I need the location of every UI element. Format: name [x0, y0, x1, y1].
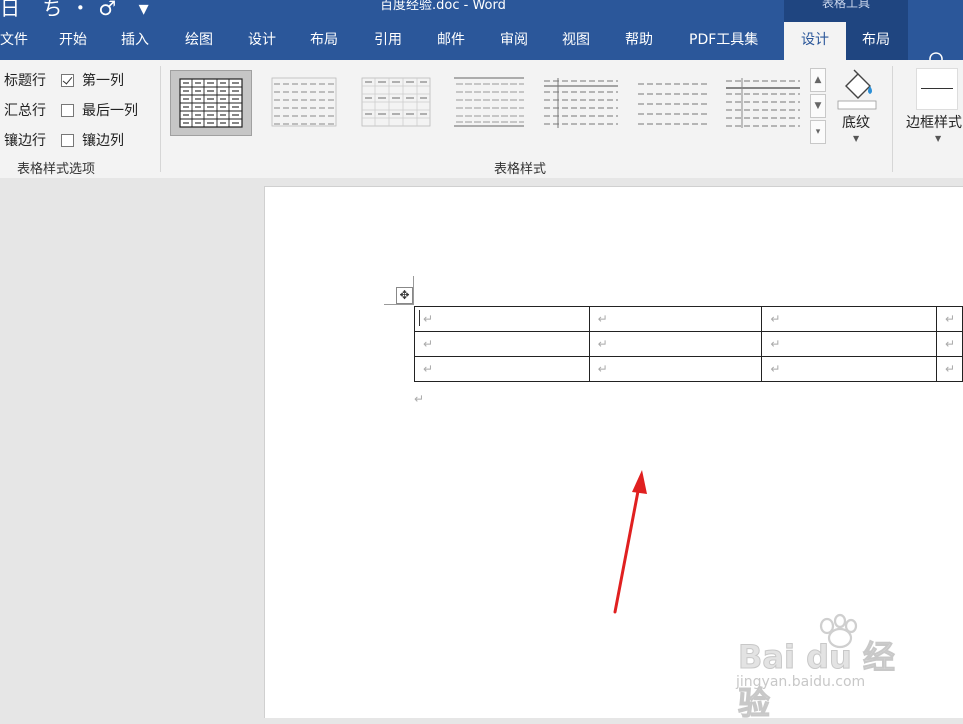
- table-style-grid[interactable]: [170, 70, 252, 136]
- total-row-option[interactable]: 汇总行: [4, 100, 46, 120]
- table-row: ↵ ↵ ↵ ↵: [414, 306, 963, 332]
- table-row: ↵ ↵ ↵ ↵: [414, 356, 963, 382]
- table-cell[interactable]: ↵: [588, 356, 763, 382]
- table-style-banded-rows[interactable]: [448, 70, 530, 136]
- tab-mailings[interactable]: 邮件: [435, 22, 467, 60]
- gallery-more-button[interactable]: ▾: [810, 120, 826, 144]
- margin-corner-mark: [384, 304, 414, 305]
- gallery-scroll-up-button[interactable]: ▲: [810, 68, 826, 92]
- border-style-preview[interactable]: [916, 68, 958, 110]
- table-cell[interactable]: ↵: [414, 356, 590, 382]
- table-cell[interactable]: ↵: [761, 331, 937, 357]
- baidu-watermark: Bai du 经验 jingyan.baidu.com: [730, 612, 910, 723]
- tab-table-layout[interactable]: 布局: [860, 22, 892, 60]
- tab-help[interactable]: 帮助: [623, 22, 655, 60]
- first-column-option[interactable]: 第一列: [61, 70, 124, 90]
- total-row-label: 汇总行: [4, 103, 46, 119]
- banded-columns-label: 镶边列: [82, 133, 124, 149]
- border-styles-dropdown-caret[interactable]: ▼: [935, 134, 941, 143]
- tab-design[interactable]: 设计: [246, 22, 278, 60]
- tab-view[interactable]: 视图: [560, 22, 592, 60]
- quick-access-toolbar[interactable]: 日 ち・♂ ▾: [0, 0, 157, 21]
- document-title: 百度经验.doc - Word: [380, 0, 506, 13]
- table-style-plain-light[interactable]: [264, 70, 346, 136]
- first-column-checkbox[interactable]: [61, 73, 74, 87]
- last-column-label: 最后一列: [82, 103, 138, 119]
- margin-corner-mark: [413, 276, 414, 305]
- table-cell[interactable]: ↵: [761, 306, 937, 332]
- paragraph-mark: ↵: [414, 392, 425, 406]
- table-style-light-grid[interactable]: [356, 70, 438, 136]
- table-row: ↵ ↵ ↵ ↵: [414, 331, 963, 357]
- ribbon-tab-bar: 文件 开始 插入 绘图 设计 布局 引用 邮件 审阅 视图 帮助 PDF工具集 …: [0, 22, 963, 71]
- banded-columns-option[interactable]: 镶边列: [61, 130, 124, 150]
- watermark-url: jingyan.baidu.com: [736, 674, 866, 690]
- first-column-label: 第一列: [82, 73, 124, 89]
- table-cell[interactable]: ↵: [935, 356, 963, 382]
- tab-pdf-tools[interactable]: PDF工具集: [687, 22, 760, 60]
- table-style-options-group-label: 表格样式选项: [17, 162, 96, 177]
- document-table[interactable]: ↵ ↵ ↵ ↵ ↵ ↵ ↵ ↵ ↵ ↵ ↵ ↵: [414, 306, 963, 382]
- table-move-handle[interactable]: ✥: [396, 287, 413, 304]
- table-style-minimal[interactable]: [632, 70, 714, 136]
- tab-home[interactable]: 开始: [57, 22, 89, 60]
- table-cell[interactable]: ↵: [935, 331, 963, 357]
- banded-rows-label: 镶边行: [4, 133, 46, 149]
- shading-label[interactable]: 底纹: [842, 112, 870, 132]
- table-cell[interactable]: ↵: [414, 306, 590, 332]
- tab-insert[interactable]: 插入: [119, 22, 151, 60]
- tab-references[interactable]: 引用: [372, 22, 404, 60]
- border-styles-label[interactable]: 边框样式: [906, 112, 962, 132]
- banded-rows-option[interactable]: 镶边行: [4, 130, 46, 150]
- paint-bucket-icon[interactable]: [836, 66, 878, 110]
- header-row-label: 标题行: [4, 73, 46, 89]
- table-style-header-column[interactable]: [722, 70, 804, 136]
- table-cell[interactable]: ↵: [588, 306, 763, 332]
- last-column-option[interactable]: 最后一列: [61, 100, 138, 120]
- tab-file[interactable]: 文件: [0, 22, 30, 60]
- ribbon-panel: 标题行 汇总行 镶边行 第一列 最后一列 镶边列 表格样式选项 ▲ ▼ ▾ 表格…: [0, 60, 963, 179]
- table-cell[interactable]: ↵: [588, 331, 763, 357]
- gallery-scroll-down-button[interactable]: ▼: [810, 94, 826, 118]
- group-divider: [160, 66, 161, 172]
- tab-review[interactable]: 审阅: [498, 22, 530, 60]
- table-cell[interactable]: ↵: [414, 331, 590, 357]
- table-style-first-column[interactable]: [540, 70, 622, 136]
- text-cursor: [419, 310, 420, 326]
- shading-dropdown-caret[interactable]: ▼: [853, 134, 859, 143]
- table-cell[interactable]: ↵: [761, 356, 937, 382]
- tab-layout[interactable]: 布局: [308, 22, 340, 60]
- table-cell[interactable]: ↵: [935, 306, 963, 332]
- title-bar: 日 ち・♂ ▾ 百度经验.doc - Word 表格工具: [0, 0, 963, 22]
- header-row-option[interactable]: 标题行: [4, 70, 46, 90]
- last-column-checkbox[interactable]: [61, 103, 74, 117]
- table-styles-group-label: 表格样式: [494, 162, 547, 177]
- table-tools-context-header: 表格工具: [784, 0, 908, 22]
- group-divider: [892, 66, 893, 172]
- banded-columns-checkbox[interactable]: [61, 133, 74, 147]
- tab-draw[interactable]: 绘图: [183, 22, 215, 60]
- tab-table-design[interactable]: 设计: [784, 22, 846, 60]
